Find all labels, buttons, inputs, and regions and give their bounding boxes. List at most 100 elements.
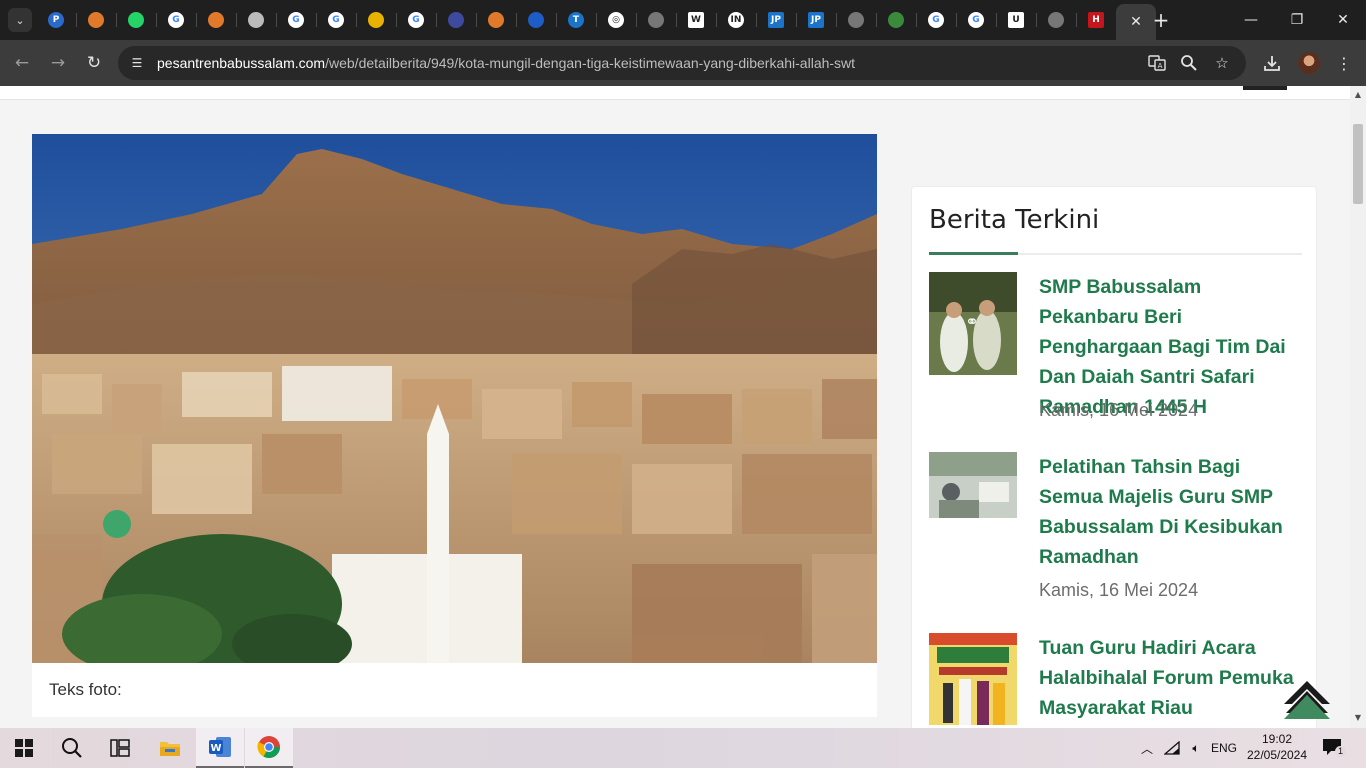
news-item[interactable]: Tuan Guru Hadiri Acara Halalbihalal Foru… <box>929 633 1302 728</box>
chrome-icon <box>248 12 264 28</box>
link-icon: ⚭ <box>965 312 979 331</box>
browser-tab[interactable]: IN <box>716 4 756 36</box>
wikipedia-icon: W <box>688 12 704 28</box>
browser-tab[interactable]: G <box>396 4 436 36</box>
browser-tab[interactable] <box>76 4 116 36</box>
jawapos-icon: JP <box>808 12 824 28</box>
page-scrollbar[interactable]: ▲ ▼ <box>1350 86 1366 728</box>
news-item[interactable]: Pelatihan Tahsin Bagi Semua Majelis Guru… <box>929 452 1302 612</box>
chrome-button[interactable] <box>245 728 293 768</box>
tab-search-button[interactable]: ⌄ <box>8 8 32 32</box>
tray-overflow-chevron-icon[interactable]: ︿ <box>1138 728 1156 768</box>
minimize-button[interactable]: — <box>1228 0 1274 40</box>
browser-tab[interactable]: U <box>996 4 1036 36</box>
browser-tab[interactable]: ◎ <box>596 4 636 36</box>
site-info-icon[interactable]: ☰ <box>128 54 146 72</box>
download-icon[interactable] <box>1260 51 1284 75</box>
arrow-left-icon: ← <box>14 53 30 73</box>
browser-tab[interactable]: H <box>1076 4 1116 36</box>
browser-tab[interactable]: G <box>276 4 316 36</box>
browser-tab[interactable]: W <box>676 4 716 36</box>
bookmark-star-icon[interactable]: ☆ <box>1212 53 1232 73</box>
url-text[interactable]: pesantrenbabussalam.com/web/detailberita… <box>157 55 855 71</box>
system-clock[interactable]: 19:02 22/05/2024 <box>1244 731 1310 763</box>
browser-tab[interactable] <box>516 4 556 36</box>
pesantren-favicon-icon <box>88 12 104 28</box>
restore-button[interactable]: ❐ <box>1274 0 1320 40</box>
close-tab-icon[interactable]: ✕ <box>1130 14 1142 30</box>
scroll-up-arrow-icon[interactable]: ▲ <box>1353 90 1363 100</box>
browser-tab[interactable]: JP <box>796 4 836 36</box>
jawapos-icon: JP <box>768 12 784 28</box>
search-button[interactable] <box>48 728 96 768</box>
browser-tab[interactable] <box>116 4 156 36</box>
globe-icon <box>1048 12 1064 28</box>
browser-tab[interactable] <box>836 4 876 36</box>
google-icon: G <box>928 12 944 28</box>
browser-tab[interactable] <box>356 4 396 36</box>
url-host: pesantrenbabussalam.com <box>157 55 326 71</box>
browser-tab[interactable] <box>636 4 676 36</box>
google-icon: G <box>328 12 344 28</box>
word-button[interactable]: W <box>196 728 244 768</box>
browser-tab[interactable] <box>476 4 516 36</box>
chevron-down-icon: ⌄ <box>15 14 25 27</box>
translate-icon[interactable]: A <box>1147 53 1167 73</box>
article-photo <box>32 134 877 663</box>
action-center-button[interactable]: 1 <box>1322 738 1346 758</box>
browser-tab[interactable] <box>196 4 236 36</box>
volume-icon[interactable]: 🔈︎ <box>1186 728 1206 768</box>
address-bar[interactable]: ☰ pesantrenbabussalam.com/web/detailberi… <box>118 46 1246 80</box>
browser-tab[interactable] <box>876 4 916 36</box>
tab-strip: ⌄ P G G G G T ◎ W IN JP JP G G U H ✕ + — ❐ ✕ <box>0 0 1366 40</box>
clock-time: 19:02 <box>1261 732 1293 746</box>
news-site-icon <box>368 12 384 28</box>
browser-tab[interactable]: G <box>916 4 956 36</box>
leaf-icon <box>888 12 904 28</box>
menu-kebab-icon[interactable]: ⋮ <box>1332 51 1356 75</box>
news-thumbnail[interactable] <box>929 452 1017 518</box>
news-title[interactable]: Pelatihan Tahsin Bagi Semua Majelis Guru… <box>1039 452 1305 572</box>
reload-button[interactable]: ↻ <box>80 49 108 77</box>
forward-button[interactable]: → <box>44 49 72 77</box>
h-logo-icon: H <box>1088 12 1104 28</box>
back-button[interactable]: ← <box>8 49 36 77</box>
browser-tab[interactable]: JP <box>756 4 796 36</box>
browser-tab[interactable]: P <box>36 4 76 36</box>
globe-icon <box>648 12 664 28</box>
task-view-button[interactable] <box>96 728 144 768</box>
start-button[interactable] <box>0 728 48 768</box>
new-tab-button[interactable]: + <box>1149 8 1173 32</box>
browser-tab[interactable] <box>436 4 476 36</box>
news-item[interactable]: ⚭ SMP Babussalam Pekanbaru Beri Pengharg… <box>929 272 1302 432</box>
web-page: Teks foto: Berita Terkini ⚭ SMP Babussal… <box>0 86 1350 728</box>
zoom-icon[interactable] <box>1179 53 1199 73</box>
search-icon <box>62 738 82 758</box>
profile-avatar[interactable] <box>1298 52 1320 74</box>
browser-tab[interactable] <box>236 4 276 36</box>
file-explorer-button[interactable] <box>146 728 194 768</box>
news-date: Kamis, 16 Mei 2024 <box>1039 400 1199 420</box>
browser-tab[interactable]: G <box>316 4 356 36</box>
folder-icon <box>160 742 180 756</box>
close-window-button[interactable]: ✕ <box>1320 0 1366 40</box>
browser-tab[interactable]: G <box>956 4 996 36</box>
site-header-edge <box>0 86 1350 100</box>
news-title[interactable]: Tuan Guru Hadiri Acara Halalbihalal Foru… <box>1039 633 1305 723</box>
news-thumbnail[interactable]: ⚭ <box>929 272 1017 375</box>
browser-tab[interactable]: G <box>156 4 196 36</box>
svg-text:A: A <box>1158 62 1163 70</box>
news-thumbnail[interactable] <box>929 633 1017 725</box>
globe-icon <box>848 12 864 28</box>
network-icon[interactable] <box>1162 728 1182 768</box>
language-indicator[interactable]: ENG <box>1208 728 1240 768</box>
browser-tab[interactable]: T <box>556 4 596 36</box>
whatsapp-icon <box>128 12 144 28</box>
chrome-icon <box>257 736 280 758</box>
back-to-top-button[interactable] <box>1284 681 1330 721</box>
browser-tab[interactable] <box>1036 4 1076 36</box>
close-icon: ✕ <box>1337 12 1349 28</box>
scrollbar-thumb[interactable] <box>1353 124 1363 204</box>
sidebar-title: Berita Terkini <box>929 205 1100 235</box>
scroll-down-arrow-icon[interactable]: ▼ <box>1353 713 1363 723</box>
